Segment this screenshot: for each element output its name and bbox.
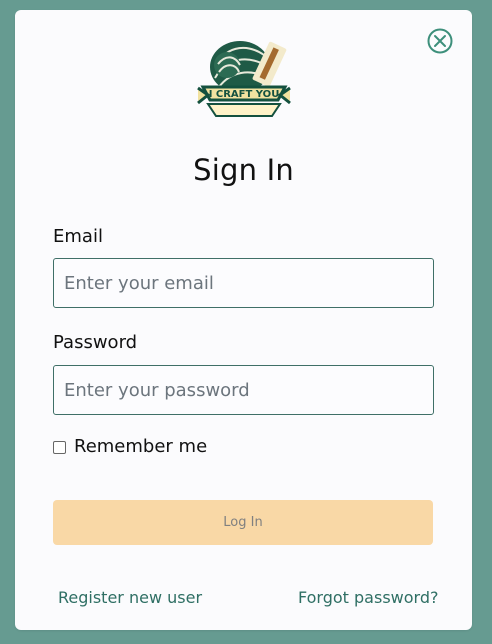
password-field[interactable] xyxy=(53,365,434,415)
craft-logo-icon: I CRAFT YOU xyxy=(188,27,300,123)
remember-checkbox[interactable] xyxy=(53,440,66,454)
password-label: Password xyxy=(53,332,138,353)
page-title: Sign In xyxy=(193,153,294,187)
logo-text: I CRAFT YOU xyxy=(209,89,280,100)
email-field[interactable] xyxy=(53,258,434,308)
register-link[interactable]: Register new user xyxy=(58,588,202,607)
remember-label: Remember me xyxy=(74,436,208,457)
remember-row: Remember me xyxy=(53,436,207,457)
login-button[interactable]: Log In xyxy=(53,500,433,545)
email-label: Email xyxy=(53,226,103,247)
sign-in-modal: I CRAFT YOU Sign In Email Password Remem… xyxy=(15,10,472,630)
close-icon[interactable] xyxy=(427,28,453,54)
forgot-password-link[interactable]: Forgot password? xyxy=(298,588,438,607)
